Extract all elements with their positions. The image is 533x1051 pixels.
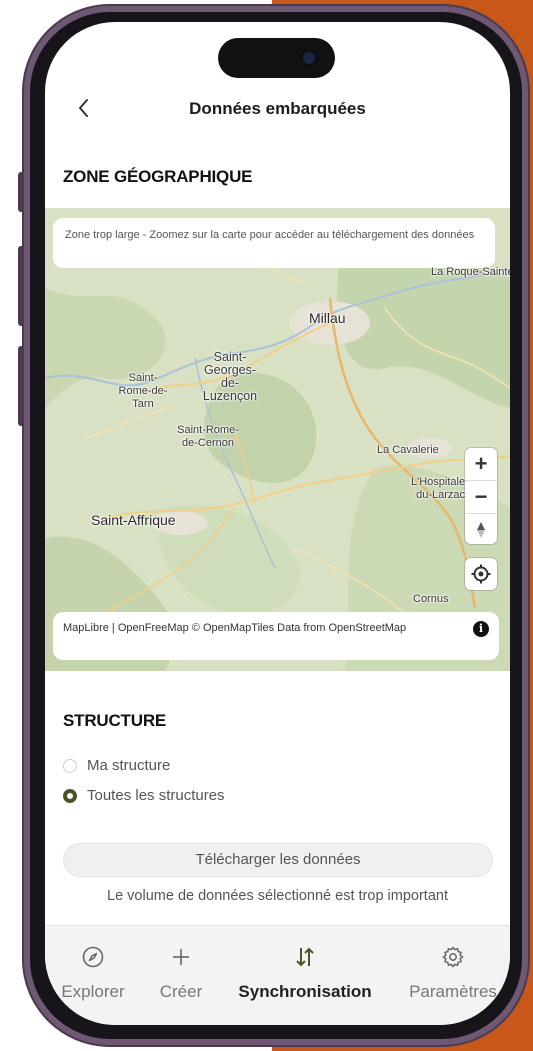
zone-section-title: ZONE GÉOGRAPHIQUE [63,167,253,186]
radio-checked-icon [63,788,77,803]
map-label-saint-rome-de-tarn: Saint-Rome-de-Tarn [118,372,168,410]
map-attribution: MapLibre | OpenFreeMap © OpenMapTiles Da… [53,612,499,660]
compass-icon [82,946,104,968]
map-view[interactable]: Zone trop large - Zoomez sur la carte po… [45,208,510,671]
sync-arrows-icon [296,947,314,967]
bottom-tab-bar: Explorer Créer Synchronisation Paramètre… [45,925,510,1025]
tab-parametres[interactable]: Paramètres [393,926,510,1025]
tab-label: Créer [159,982,203,1001]
map-label-la-roque: La Roque-Sainte-Marguerite [431,266,510,278]
map-label-saint-rome-de-cernon: Saint-Rome-de-Cernon [177,424,239,449]
map-label-lhospitalet: L'Hospitalet-du-Larzac [411,476,472,501]
tab-explorer[interactable]: Explorer [45,926,143,1025]
plus-icon: + [474,451,488,476]
volume-warning-text: Le volume de données sélectionné est tro… [107,888,448,904]
dynamic-island [218,38,335,78]
tab-creer[interactable]: Créer [143,926,219,1025]
radio-label: Toutes les structures [87,787,225,804]
plus-icon [173,949,189,965]
zone-warning-banner: Zone trop large - Zoomez sur la carte po… [53,218,495,268]
tab-label: Synchronisation [238,982,372,1001]
north-arrow-icon [477,522,485,538]
radio-ma-structure[interactable]: Ma structure [63,757,170,774]
download-data-button[interactable]: Télécharger les données [63,843,493,877]
map-label-cornus: Cornus [413,593,449,605]
minus-icon: − [474,484,488,509]
tab-synchronisation[interactable]: Synchronisation [229,926,381,1025]
app-screen: Données embarquées ZONE GÉOGRAPHIQUE Zon… [45,22,510,1025]
page-title: Données embarquées [189,99,366,118]
geolocate-icon [471,564,491,584]
zoom-in-button[interactable]: + [465,448,497,480]
zoom-out-button[interactable]: − [465,480,497,513]
header: Données embarquées [45,90,510,134]
tab-label: Paramètres [409,982,497,1001]
map-label-la-cavalerie: La Cavalerie [377,444,439,456]
radio-toutes-les-structures[interactable]: Toutes les structures [63,787,225,804]
map-label-millau: Millau [309,310,346,326]
attribution-text: MapLibre | OpenFreeMap © OpenMapTiles Da… [63,622,407,634]
map-label-saint-georges: Saint-Georges-de-Luzençon [202,350,258,403]
camera-icon [303,52,315,64]
compass-reset-button[interactable] [465,513,497,546]
tab-label: Explorer [61,982,125,1001]
info-icon[interactable]: i [473,621,489,637]
radio-unchecked-icon [63,758,77,773]
zoom-controls: + − [465,448,497,544]
locate-me-button[interactable] [465,558,497,590]
radio-label: Ma structure [87,757,171,774]
map-label-saint-affrique: Saint-Affrique [91,512,176,528]
gear-icon [442,946,464,968]
structure-section-title: STRUCTURE [63,711,167,730]
